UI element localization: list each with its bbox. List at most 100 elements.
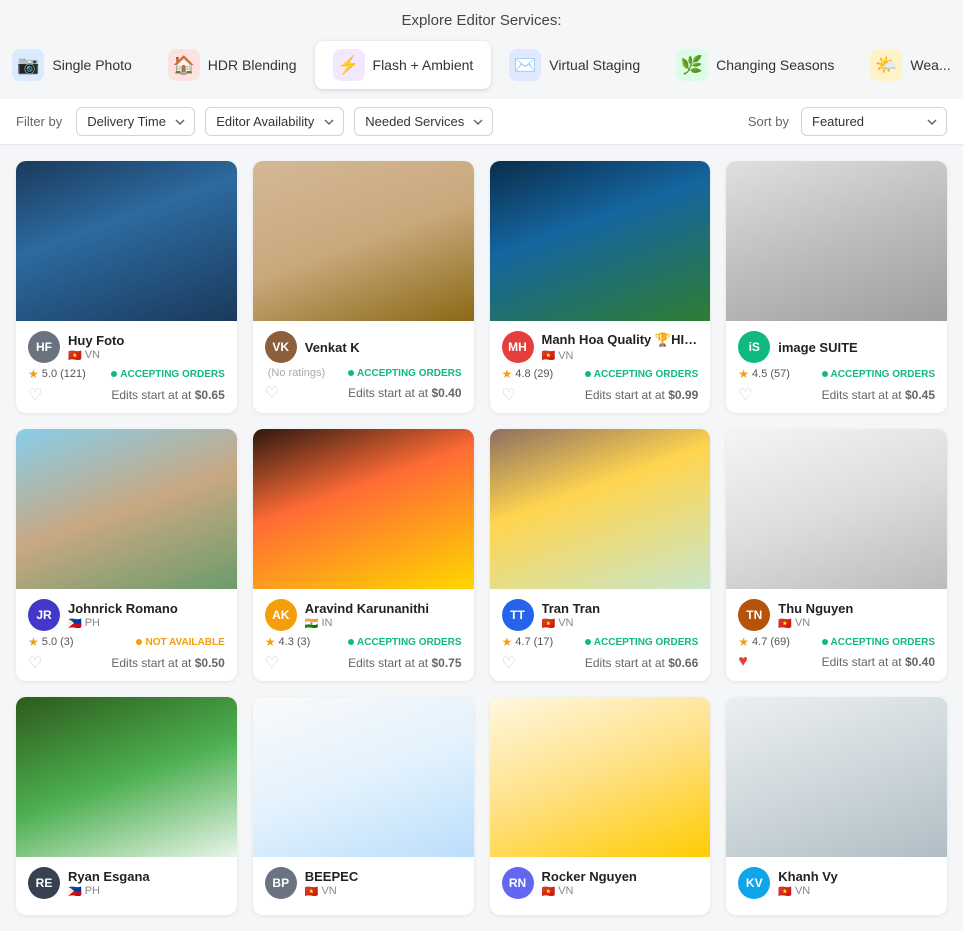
card[interactable]: RN Rocker Nguyen🇻🇳VN [490, 697, 711, 915]
avatar: iS [738, 331, 770, 363]
favorite-button[interactable]: ♡ [265, 653, 279, 673]
price-text: Edits start at at $0.75 [348, 656, 461, 670]
price-text: Edits start at at $0.50 [111, 656, 224, 670]
star-icon: ★ [28, 635, 39, 649]
avatar: TN [738, 599, 770, 631]
rating-left: ★ 4.3 (3) [265, 635, 311, 649]
filter-bar: Filter by Delivery Time24 hours48 hours7… [0, 99, 963, 145]
card[interactable]: TN Thu Nguyen🇻🇳VN ★ 4.7 (69)ACCEPTING ORDE… [726, 429, 947, 681]
editor-name: Aravind Karunanithi [305, 601, 462, 616]
card[interactable]: iSimage SUITE ★ 4.5 (57)ACCEPTING ORDERS ♡… [726, 161, 947, 413]
service-tab-hdr-blending[interactable]: 🏠HDR Blending [150, 41, 315, 89]
editor-availability-filter[interactable]: Editor AvailabilityAvailableNot Availabl… [205, 107, 344, 136]
card[interactable]: RERyan Esgana🇵🇭PH [16, 697, 237, 915]
service-tab-single-photo[interactable]: 📷Single Photo [0, 41, 150, 89]
delivery-time-filter[interactable]: Delivery Time24 hours48 hours72 hours [76, 107, 195, 136]
price-amount: $0.40 [905, 655, 935, 669]
country-code: VN [321, 885, 336, 897]
price-amount: $0.40 [431, 386, 461, 400]
favorite-button[interactable]: ♥ [738, 653, 748, 671]
rating-row: ★ 4.5 (57)ACCEPTING ORDERS [738, 367, 935, 381]
editor-info: Ryan Esgana🇵🇭PH [68, 869, 225, 898]
price-amount: $0.65 [195, 388, 225, 402]
price-amount: $0.45 [905, 388, 935, 402]
filter-by-label: Filter by [16, 114, 62, 129]
service-tab-virtual-staging[interactable]: ✉️Virtual Staging [491, 41, 658, 89]
avatar: KV [738, 867, 770, 899]
status-badge: ACCEPTING ORDERS [348, 368, 461, 379]
price-amount: $0.66 [668, 656, 698, 670]
editor-info: Aravind Karunanithi🇮🇳IN [305, 601, 462, 630]
rating-left: ★ 4.7 (17) [502, 635, 554, 649]
country-code: VN [558, 617, 573, 629]
editor-info: Rocker Nguyen🇻🇳VN [542, 869, 699, 898]
card-body: RERyan Esgana🇵🇭PH [16, 857, 237, 915]
rating-value: 4.7 (17) [515, 636, 553, 648]
country-code: VN [558, 885, 573, 897]
editor-row: TN Thu Nguyen🇻🇳VN [738, 599, 935, 631]
service-tab-weather[interactable]: 🌤️Wea... [852, 41, 963, 89]
avatar: RN [502, 867, 534, 899]
card-body: iSimage SUITE ★ 4.5 (57)ACCEPTING ORDERS ♡… [726, 321, 947, 413]
card[interactable]: JRJohnrick Romano🇵🇭PH★ 5.0 (3)NOT AVAILA… [16, 429, 237, 681]
card-body: KVKhanh Vy🇻🇳VN [726, 857, 947, 915]
favorite-button[interactable]: ♡ [502, 653, 516, 673]
card-image [726, 697, 947, 857]
status-text: ACCEPTING ORDERS [120, 369, 224, 380]
country-flag: 🇻🇳 [305, 885, 319, 898]
card[interactable]: MHManh Hoa Quality 🏆HIGH – END +🇻🇳VN★ 4.… [490, 161, 711, 413]
price-row: ♡Edits start at at $0.40 [265, 383, 462, 403]
editor-country: 🇮🇳IN [305, 617, 462, 630]
page-title: Explore Editor Services: [401, 12, 561, 29]
price-row: ♡Edits start at at $0.66 [502, 653, 699, 673]
rating-row: ★ 4.7 (69)ACCEPTING ORDERS [738, 635, 935, 649]
card-body: TN Thu Nguyen🇻🇳VN ★ 4.7 (69)ACCEPTING ORDE… [726, 589, 947, 679]
avatar: JR [28, 599, 60, 631]
service-tab-changing-seasons[interactable]: 🌿Changing Seasons [658, 41, 852, 89]
editor-country: 🇵🇭PH [68, 617, 225, 630]
card[interactable]: VKVenkat K(No ratings)ACCEPTING ORDERS♡E… [253, 161, 474, 413]
card-image [253, 429, 474, 589]
status-badge: ACCEPTING ORDERS [822, 637, 935, 648]
favorite-button[interactable]: ♡ [265, 383, 279, 403]
card[interactable]: AKAravind Karunanithi🇮🇳IN★ 4.3 (3)ACCEPT… [253, 429, 474, 681]
star-icon: ★ [28, 367, 39, 381]
card-body: HFHuy Foto🇻🇳VN★ 5.0 (121)ACCEPTING ORDER… [16, 321, 237, 413]
avatar: HF [28, 331, 60, 363]
editor-name: Thu Nguyen [778, 601, 935, 616]
favorite-button[interactable]: ♡ [502, 385, 516, 405]
card[interactable]: TTTran Tran🇻🇳VN★ 4.7 (17)ACCEPTING ORDER… [490, 429, 711, 681]
price-text: Edits start at at $0.45 [822, 388, 935, 402]
editor-country: 🇻🇳VN [778, 617, 935, 630]
country-code: VN [558, 350, 573, 362]
country-flag: 🇻🇳 [542, 617, 556, 630]
country-code: VN [795, 885, 810, 897]
favorite-button[interactable]: ♡ [28, 653, 42, 673]
featured-sort[interactable]: FeaturedPrice: Low to HighPrice: High to… [801, 107, 947, 136]
service-tab-flash-ambient[interactable]: ⚡Flash + Ambient [315, 41, 492, 89]
status-dot [136, 639, 142, 645]
editor-name: Huy Foto [68, 333, 225, 348]
editor-row: HFHuy Foto🇻🇳VN [28, 331, 225, 363]
status-badge: ACCEPTING ORDERS [585, 637, 698, 648]
card-body: TTTran Tran🇻🇳VN★ 4.7 (17)ACCEPTING ORDER… [490, 589, 711, 681]
editor-country: 🇻🇳VN [778, 885, 935, 898]
card[interactable]: BPBEEPEC🇻🇳VN [253, 697, 474, 915]
service-tabs-container: 📷Single Photo🏠HDR Blending⚡Flash + Ambie… [0, 37, 963, 99]
country-flag: 🇻🇳 [68, 349, 82, 362]
needed-services-filter[interactable]: Needed ServicesFlash + AmbientHDR Blendi… [354, 107, 493, 136]
status-text: ACCEPTING ORDERS [831, 637, 935, 648]
rating-value: 4.8 (29) [515, 368, 553, 380]
status-badge: ACCEPTING ORDERS [111, 369, 224, 380]
rating-left: (No ratings) [265, 367, 325, 379]
country-code: PH [85, 617, 100, 629]
favorite-button[interactable]: ♡ [28, 385, 42, 405]
editor-row: AKAravind Karunanithi🇮🇳IN [265, 599, 462, 631]
editor-row: iSimage SUITE [738, 331, 935, 363]
card[interactable]: KVKhanh Vy🇻🇳VN [726, 697, 947, 915]
card[interactable]: HFHuy Foto🇻🇳VN★ 5.0 (121)ACCEPTING ORDER… [16, 161, 237, 413]
favorite-button[interactable]: ♡ [738, 385, 752, 405]
virtual-staging-label: Virtual Staging [549, 57, 640, 73]
editor-country: 🇻🇳VN [542, 617, 699, 630]
status-dot [822, 371, 828, 377]
